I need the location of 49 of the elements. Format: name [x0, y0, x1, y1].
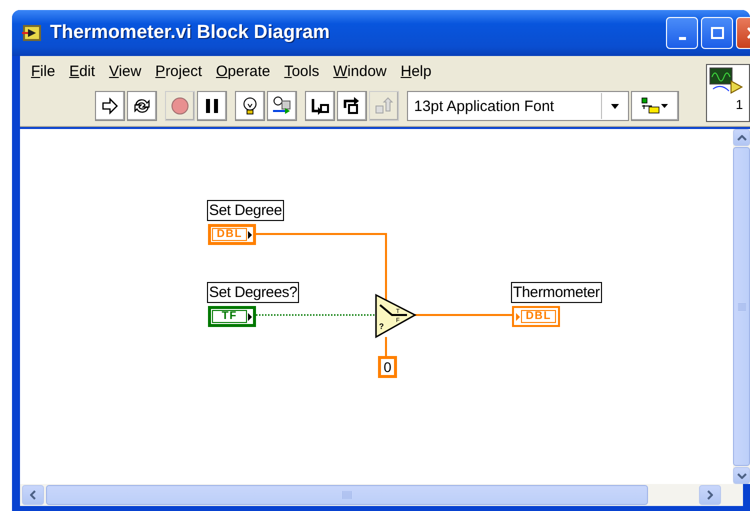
step-into-icon: [310, 96, 330, 116]
terminal-label: Thermometer: [511, 282, 602, 303]
menu-item[interactable]: Operate: [209, 62, 278, 80]
minimize-button[interactable]: [666, 17, 698, 49]
run-continuously-button[interactable]: [127, 91, 157, 121]
numeric-constant[interactable]: 0: [378, 356, 397, 378]
abort-icon: [170, 96, 190, 116]
grip-icon: [738, 302, 746, 310]
menu-item[interactable]: Tools: [277, 62, 326, 80]
control-terminal[interactable]: TF: [208, 306, 256, 327]
maximize-button[interactable]: [701, 17, 733, 49]
menu-item[interactable]: Project: [148, 62, 209, 80]
highlight-button[interactable]: [235, 91, 265, 121]
align-dropdown[interactable]: [631, 91, 679, 121]
retain-button[interactable]: [267, 91, 297, 121]
menu-item[interactable]: Window: [326, 62, 394, 80]
scroll-left-button[interactable]: [22, 485, 44, 505]
dropdown-arrow-icon: [611, 104, 619, 108]
vi-icon[interactable]: 1: [706, 64, 750, 122]
step-over-button[interactable]: [337, 91, 367, 121]
app-icon: [22, 24, 42, 42]
menu-item[interactable]: Edit: [62, 62, 102, 80]
terminal-label: Set Degrees?: [207, 282, 300, 303]
scroll-thumb[interactable]: [46, 485, 648, 505]
run-button[interactable]: [95, 91, 125, 121]
selector-mark: ?: [379, 322, 384, 331]
scroll-down-button[interactable]: [733, 467, 750, 484]
run-icon: [100, 96, 120, 116]
step-into-button[interactable]: [305, 91, 335, 121]
wire: [385, 337, 387, 356]
align-objects-icon: [640, 96, 670, 116]
icon-number: 1: [736, 97, 743, 112]
run-continuously-icon: [132, 96, 152, 116]
step-out-icon: [374, 96, 394, 116]
terminal-label: Set Degree: [207, 200, 284, 221]
window-title: Thermometer.vi Block Diagram: [50, 22, 331, 44]
font-dropdown[interactable]: 13pt Application Font: [407, 91, 629, 121]
scroll-right-button[interactable]: [699, 485, 721, 505]
menu-item[interactable]: View: [102, 62, 148, 80]
menu-item[interactable]: File: [24, 62, 62, 80]
menu-item[interactable]: Help: [394, 62, 438, 80]
pause-button[interactable]: [197, 91, 227, 121]
minimize-icon: [678, 36, 686, 40]
maximize-icon: [709, 25, 725, 41]
scroll-up-button[interactable]: [733, 129, 750, 146]
select-function-icon: [375, 294, 417, 338]
horizontal-scrollbar[interactable]: [20, 484, 743, 506]
grip-icon: [342, 491, 352, 499]
retain-icon: [272, 96, 292, 116]
